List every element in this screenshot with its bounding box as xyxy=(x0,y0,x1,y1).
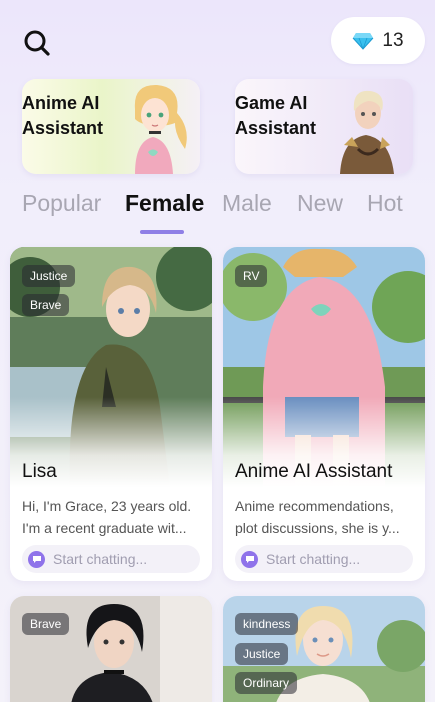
start-chatting-label: Start chatting... xyxy=(266,551,361,567)
tab-female[interactable]: Female xyxy=(125,190,204,217)
start-chatting-button[interactable]: Start chatting... xyxy=(22,545,200,573)
character-name: Lisa xyxy=(22,461,57,482)
description-line: I'm a recent graduate wit... xyxy=(22,520,187,536)
promo-anime-ai-assistant[interactable]: Anime AI Assistant xyxy=(22,79,200,174)
tab-popular[interactable]: Popular xyxy=(22,190,101,217)
character-name: Anime AI Assistant xyxy=(235,461,393,482)
description-line: plot discussions, she is y... xyxy=(235,520,400,536)
description-line: Hi, I'm Grace, 23 years old. xyxy=(22,498,192,514)
search-icon xyxy=(24,30,50,56)
tab-hot[interactable]: Hot xyxy=(367,190,403,217)
trait-badge: Justice xyxy=(235,643,289,665)
gem-balance[interactable]: 13 xyxy=(331,17,425,64)
chat-bubble-icon xyxy=(28,550,45,568)
gem-count: 13 xyxy=(382,29,404,51)
tab-male[interactable]: Male xyxy=(222,190,272,217)
tab-new[interactable]: New xyxy=(297,190,343,217)
trait-badge: Brave xyxy=(22,294,70,316)
start-chatting-label: Start chatting... xyxy=(53,551,148,567)
search-button[interactable] xyxy=(20,26,54,60)
character-card[interactable]: Brave xyxy=(10,596,212,702)
chat-bubble-icon xyxy=(241,550,258,568)
diamond-icon xyxy=(353,32,374,50)
start-chatting-button[interactable]: Start chatting... xyxy=(235,545,413,573)
trait-badge: Justice xyxy=(22,265,76,287)
trait-badge: Brave xyxy=(22,613,70,635)
trait-badge: Ordinary xyxy=(235,672,298,694)
active-tab-indicator xyxy=(140,230,184,234)
character-card-lisa[interactable]: Justice Brave Lisa Hi, I'm Grace, 23 yea… xyxy=(10,247,212,581)
character-card[interactable]: kindness Justice Ordinary xyxy=(223,596,425,702)
trait-badge: kindness xyxy=(235,613,299,635)
description-line: Anime recommendations, xyxy=(235,498,394,514)
character-description: Hi, I'm Grace, 23 years old. I'm a recen… xyxy=(22,495,206,539)
character-card-anime-ai-assistant[interactable]: RV Anime AI Assistant Anime recommendati… xyxy=(223,247,425,581)
promo-game-ai-assistant[interactable]: Game AI Assistant xyxy=(235,79,413,174)
character-description: Anime recommendations, plot discussions,… xyxy=(235,495,419,539)
game-character-illustration xyxy=(340,90,394,174)
anime-girl-illustration xyxy=(134,84,187,174)
character-image xyxy=(10,596,212,702)
trait-badge: RV xyxy=(235,265,268,287)
